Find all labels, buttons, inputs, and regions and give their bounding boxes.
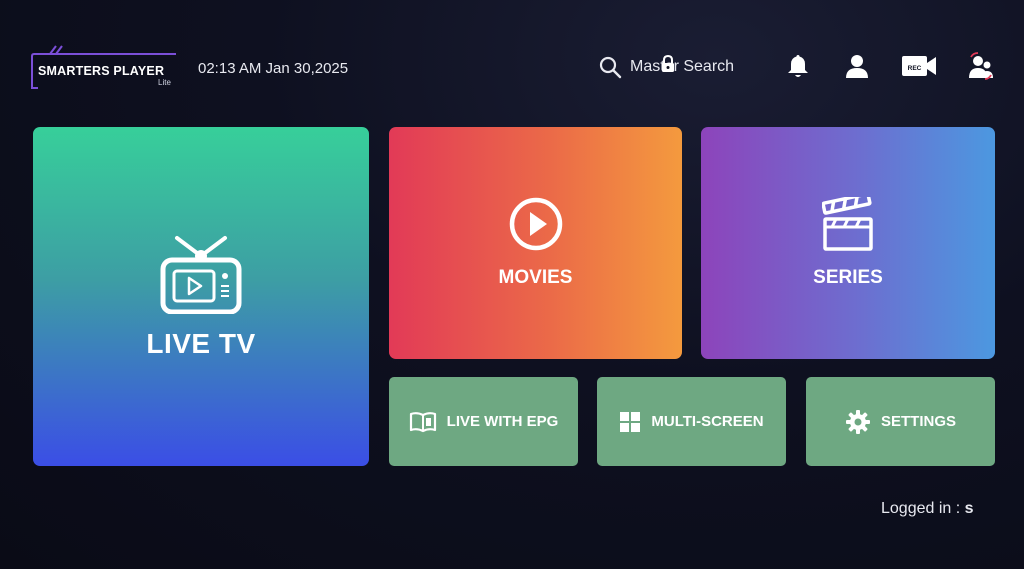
gear-icon — [845, 409, 870, 434]
lock-icon — [661, 54, 675, 78]
svg-text:REC: REC — [908, 65, 922, 72]
live-with-epg-label: LIVE WITH EPG — [446, 413, 559, 430]
settings-tile[interactable]: SETTINGS — [806, 377, 995, 466]
switch-user-icon[interactable] — [966, 52, 996, 80]
bell-icon[interactable] — [783, 52, 813, 80]
logged-in-status: Logged in : s — [881, 500, 974, 518]
movies-tile[interactable]: MOVIES — [389, 127, 682, 359]
app-logo: SMARTERS PLAYER Lite — [30, 42, 180, 90]
clapperboard-icon — [822, 197, 873, 251]
series-tile[interactable]: SERIES — [701, 127, 995, 359]
live-tv-tile[interactable]: LIVE TV — [33, 127, 369, 466]
logged-in-username: s — [964, 500, 974, 517]
master-search-label: Master Search — [630, 58, 735, 75]
play-circle-icon — [509, 197, 562, 251]
home-screen: SMARTERS PLAYER Lite 02:13 AM Jan 30,202… — [0, 0, 1024, 569]
logo-edition: Lite — [158, 78, 171, 87]
recording-icon[interactable]: REC — [900, 52, 938, 80]
tv-icon — [160, 235, 242, 314]
user-icon[interactable] — [842, 52, 872, 80]
settings-label: SETTINGS — [880, 413, 956, 430]
book-icon — [409, 411, 436, 432]
datetime: 02:13 AM Jan 30,2025 — [198, 60, 349, 77]
logged-in-label: Logged in : — [881, 500, 965, 517]
movies-label: MOVIES — [498, 267, 573, 288]
live-with-epg-tile[interactable]: LIVE WITH EPG — [389, 377, 578, 466]
search-icon — [599, 56, 622, 79]
multi-screen-tile[interactable]: MULTI-SCREEN — [597, 377, 786, 466]
logo-title: SMARTERS PLAYER — [38, 64, 165, 78]
live-tv-label: LIVE TV — [146, 327, 256, 359]
grid-icon — [620, 411, 641, 432]
series-label: SERIES — [813, 267, 883, 288]
multi-screen-label: MULTI-SCREEN — [651, 413, 764, 430]
